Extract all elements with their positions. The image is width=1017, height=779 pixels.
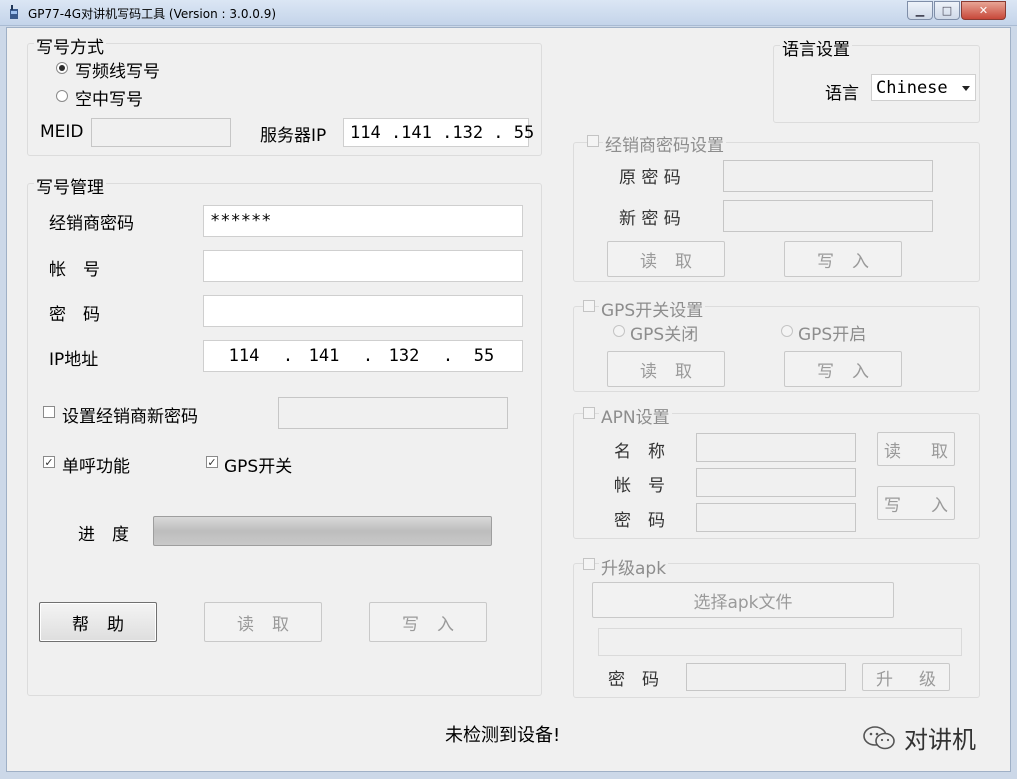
dealer-password-field[interactable]: ****** (203, 205, 523, 237)
old-password-label: 原 密 码 (619, 168, 681, 188)
progress-label: 进 度 (78, 525, 129, 545)
ip-octet-1[interactable]: 114 (214, 341, 274, 371)
management-title: 写号管理 (34, 173, 106, 198)
gps-on-label[interactable]: GPS开启 (798, 320, 866, 345)
ip-octet-2[interactable]: 141 (294, 341, 354, 371)
meid-label: MEID (40, 122, 84, 142)
dealer-password-write-button[interactable]: 写入 (784, 241, 902, 277)
window-title: GP77-4G对讲机写码工具 (Version : 3.0.0.9) (28, 7, 277, 21)
old-password-field[interactable] (723, 160, 933, 192)
chat-bubbles-icon (863, 725, 895, 749)
watermark-text: 对讲机 (904, 726, 976, 754)
language-label: 语言 (825, 84, 859, 104)
radio-ota-write[interactable] (56, 90, 68, 102)
server-ip-label: 服务器IP (260, 126, 327, 146)
language-title: 语言设置 (780, 35, 852, 60)
new-password-label: 新 密 码 (619, 209, 681, 229)
gps-settings-title[interactable]: GPS开关设置 (599, 296, 706, 321)
apn-password-field[interactable] (696, 503, 856, 532)
app-icon (10, 5, 18, 19)
close-button[interactable]: ✕ (961, 1, 1006, 20)
radio-gps-off[interactable] (613, 325, 625, 337)
read-button[interactable]: 读取 (204, 602, 322, 642)
ip-octet-4[interactable]: 55 (454, 341, 514, 371)
meid-field[interactable] (91, 118, 231, 147)
apn-password-label: 密 码 (614, 511, 665, 531)
maximize-button[interactable]: □ (934, 1, 960, 20)
password-label: 密 码 (49, 305, 100, 325)
ip-octet-3[interactable]: 132 (374, 341, 434, 371)
help-button[interactable]: 帮助 (39, 602, 157, 642)
progress-bar (153, 516, 492, 546)
gps-settings-checkbox[interactable] (583, 300, 595, 312)
upgrade-apk-title[interactable]: 升级apk (599, 554, 669, 579)
language-select-value: Chinese (876, 77, 948, 98)
watermark: 对讲机 (862, 720, 976, 755)
apn-account-label: 帐 号 (614, 476, 665, 496)
new-dealer-password-field[interactable] (278, 397, 508, 429)
set-new-password-checkbox[interactable] (43, 406, 55, 418)
account-field[interactable] (203, 250, 523, 282)
apn-settings-title[interactable]: APN设置 (599, 403, 672, 428)
password-field[interactable] (203, 295, 523, 327)
new-password-field[interactable] (723, 200, 933, 232)
write-button[interactable]: 写入 (369, 602, 487, 642)
single-call-label[interactable]: 单呼功能 (62, 452, 130, 477)
gps-off-label[interactable]: GPS关闭 (630, 320, 698, 345)
upgrade-password-label: 密 码 (608, 670, 659, 690)
language-select[interactable]: Chinese (871, 74, 976, 101)
gps-switch-label[interactable]: GPS开关 (224, 452, 292, 477)
status-text: 未检测到设备! (445, 725, 561, 746)
chevron-down-icon[interactable] (962, 86, 970, 91)
apn-settings-checkbox[interactable] (583, 407, 595, 419)
single-call-checkbox[interactable]: ✓ (43, 456, 55, 468)
radio-gps-on[interactable] (781, 325, 793, 337)
apn-name-field[interactable] (696, 433, 856, 462)
dealer-password-read-button[interactable]: 读取 (607, 241, 725, 277)
minimize-button[interactable]: ▁ (907, 1, 933, 20)
gps-read-button[interactable]: 读取 (607, 351, 725, 387)
account-label: 帐 号 (49, 260, 100, 280)
apn-name-label: 名 称 (614, 442, 665, 462)
gps-write-button[interactable]: 写入 (784, 351, 902, 387)
ip-address-label: IP地址 (49, 350, 99, 370)
set-new-password-label[interactable]: 设置经销商新密码 (62, 402, 198, 427)
radio-ota-write-label[interactable]: 空中写号 (75, 85, 143, 110)
ip-address-field[interactable]: 114 . 141 . 132 . 55 (203, 340, 523, 372)
dealer-password-settings-checkbox[interactable] (587, 135, 599, 147)
server-ip-field[interactable]: 114 .141 .132 . 55 (343, 118, 534, 147)
title-bar: GP77-4G对讲机写码工具 (Version : 3.0.0.9) ▁ □ ✕ (0, 0, 1017, 26)
apk-file-path-field[interactable] (598, 628, 962, 656)
select-apk-file-button[interactable]: 选择apk文件 (592, 582, 894, 618)
radio-cable-write-label[interactable]: 写频线写号 (75, 57, 160, 82)
gps-switch-checkbox[interactable]: ✓ (206, 456, 218, 468)
apn-read-button[interactable]: 读取 (877, 432, 955, 466)
apn-account-field[interactable] (696, 468, 856, 497)
write-mode-title: 写号方式 (34, 33, 106, 58)
dealer-password-label: 经销商密码 (49, 214, 134, 234)
dealer-password-settings-title[interactable]: 经销商密码设置 (603, 131, 726, 156)
upgrade-apk-checkbox[interactable] (583, 558, 595, 570)
upgrade-password-field[interactable] (686, 663, 846, 691)
upgrade-button[interactable]: 升级 (862, 663, 950, 691)
apn-write-button[interactable]: 写入 (877, 486, 955, 520)
radio-cable-write[interactable] (56, 62, 68, 74)
